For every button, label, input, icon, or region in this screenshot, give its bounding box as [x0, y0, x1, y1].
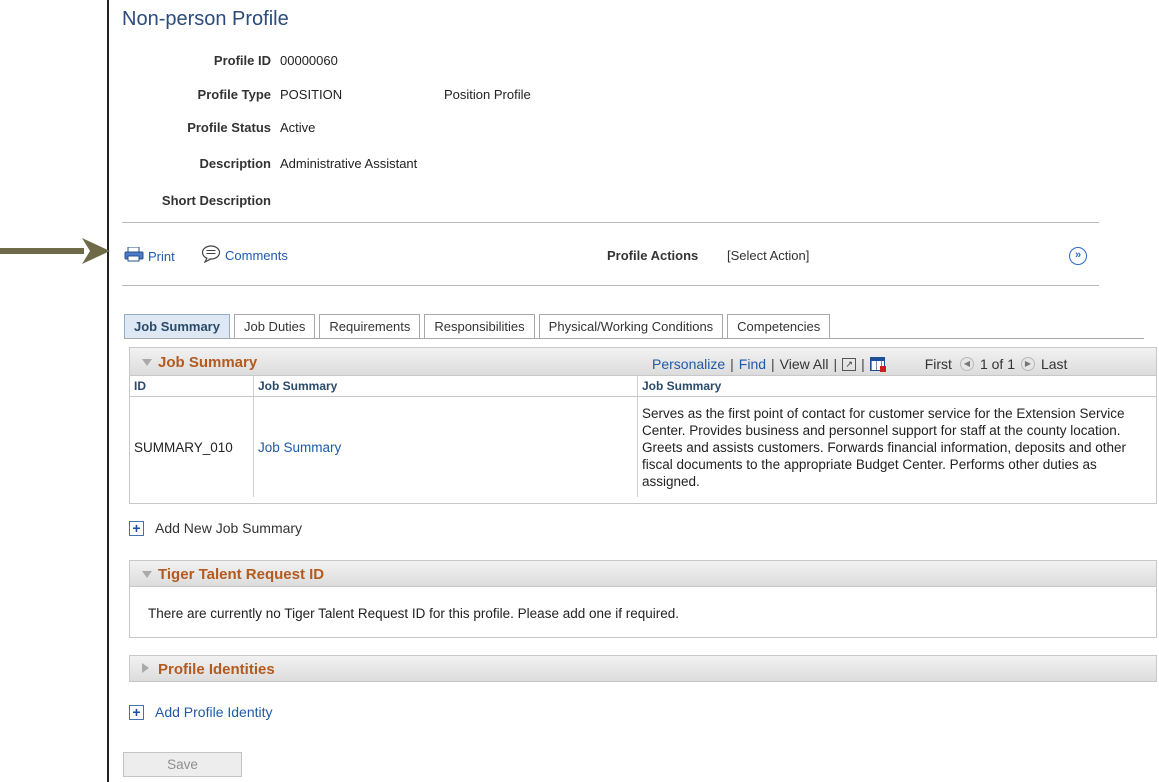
add-profile-identity[interactable]: + Add Profile Identity	[129, 704, 273, 720]
next-arrow-icon[interactable]: ▶	[1020, 357, 1035, 371]
separator: |	[833, 356, 838, 372]
profile-identities-section: Profile Identities	[129, 655, 1157, 682]
tab-competencies[interactable]: Competencies	[727, 314, 831, 338]
profile-status-value: Active	[280, 120, 316, 135]
add-new-job-summary-label[interactable]: Add New Job Summary	[155, 520, 302, 536]
double-chevron-right-icon[interactable]: »	[1069, 247, 1087, 265]
profile-type-value: POSITION	[280, 87, 343, 102]
short-description-label: Short Description	[161, 193, 271, 208]
profile-actions-select[interactable]: [Select Action]	[727, 248, 809, 263]
comments-label[interactable]: Comments	[225, 248, 288, 263]
tiger-talent-section: Tiger Talent Request ID There are curren…	[129, 560, 1157, 638]
row-id-cell: SUMMARY_010	[130, 396, 254, 497]
separator: |	[861, 356, 865, 372]
tab-underline	[124, 338, 1144, 339]
profile-id-label: Profile ID	[213, 53, 271, 68]
plus-icon: +	[129, 704, 144, 720]
table-row: SUMMARY_010 Job Summary Serves as the fi…	[130, 396, 1156, 497]
new-window-icon[interactable]: ↗	[842, 357, 857, 371]
separator: |	[771, 356, 775, 372]
tab-responsibilities[interactable]: Responsibilities	[424, 314, 535, 338]
table-header-row: ID Job Summary Job Summary	[130, 376, 1156, 397]
profile-status-label: Profile Status	[187, 120, 271, 135]
section-header[interactable]: Profile Identities	[130, 656, 1156, 681]
expand-triangle-icon[interactable]	[142, 663, 149, 673]
view-all-link[interactable]: View All	[780, 356, 829, 372]
column-header-id: ID	[130, 376, 254, 397]
job-summary-table: ID Job Summary Job Summary SUMMARY_010 J…	[130, 376, 1156, 497]
section-title: Tiger Talent Request ID	[158, 566, 325, 583]
empty-message: There are currently no Tiger Talent Requ…	[148, 606, 680, 621]
profile-type-label: Profile Type	[197, 87, 271, 102]
left-frame-border	[107, 0, 109, 782]
page-title: Non-person Profile	[122, 8, 289, 30]
separator: |	[730, 356, 734, 372]
tab-bar: Job Summary Job Duties Requirements Resp…	[124, 314, 834, 339]
add-profile-identity-label[interactable]: Add Profile Identity	[155, 704, 273, 720]
previous-arrow-icon[interactable]: ◀	[959, 357, 974, 371]
divider	[122, 222, 1099, 223]
column-header-job-summary-text: Job Summary	[637, 376, 1156, 397]
download-grid-icon[interactable]	[869, 357, 886, 372]
personalize-link[interactable]: Personalize	[652, 356, 725, 372]
grid-navigation: Personalize | Find | View All | ↗ | Firs…	[652, 356, 1067, 372]
section-title: Profile Identities	[158, 661, 275, 678]
print-link[interactable]: Print	[124, 246, 175, 265]
speech-bubble-icon	[201, 245, 221, 266]
printer-icon	[124, 246, 144, 265]
job-summary-link[interactable]: Job Summary	[258, 440, 341, 455]
collapse-triangle-icon[interactable]	[142, 359, 152, 366]
tab-physical-working-conditions[interactable]: Physical/Working Conditions	[538, 314, 724, 338]
comments-link[interactable]: Comments	[201, 245, 288, 266]
collapse-triangle-icon[interactable]	[142, 571, 152, 578]
print-label[interactable]: Print	[148, 249, 175, 264]
profile-type-description: Position Profile	[444, 87, 531, 102]
plus-icon: +	[129, 520, 144, 536]
tab-job-duties[interactable]: Job Duties	[233, 314, 316, 338]
column-header-job-summary: Job Summary	[253, 376, 638, 397]
add-new-job-summary[interactable]: + Add New Job Summary	[129, 520, 302, 536]
find-link[interactable]: Find	[739, 356, 766, 372]
row-name-cell: Job Summary	[253, 396, 638, 497]
save-button[interactable]: Save	[123, 752, 242, 777]
page-count: 1 of 1	[979, 356, 1015, 372]
callout-arrow	[0, 238, 110, 264]
profile-actions-label: Profile Actions	[607, 248, 699, 263]
section-header: Tiger Talent Request ID	[130, 561, 1156, 587]
description-value: Administrative Assistant	[280, 156, 418, 171]
row-text-cell: Serves as the first point of contact for…	[642, 405, 1126, 489]
profile-id-value: 00000060	[280, 53, 338, 68]
tab-requirements[interactable]: Requirements	[319, 314, 421, 338]
tab-job-summary[interactable]: Job Summary	[124, 314, 230, 338]
first-label: First	[924, 356, 952, 372]
grid-header: Job Summary Personalize | Find | View Al…	[130, 348, 1156, 376]
last-label: Last	[1040, 356, 1068, 372]
divider	[122, 285, 1099, 286]
job-summary-grid: Job Summary Personalize | Find | View Al…	[129, 347, 1157, 504]
description-label: Description	[199, 156, 271, 171]
grid-title: Job Summary	[158, 354, 258, 371]
